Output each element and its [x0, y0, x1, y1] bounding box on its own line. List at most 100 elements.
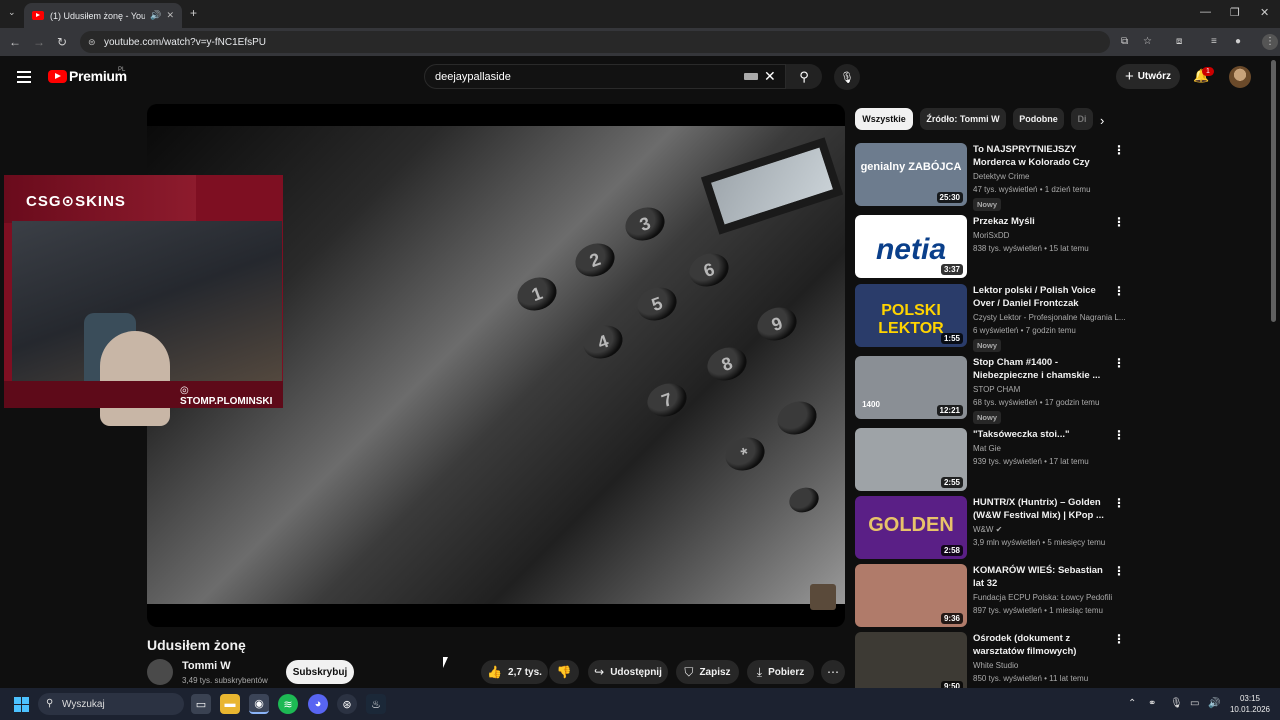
recommendation-item[interactable]: POLSKI LEKTOR 1:55 Lektor polski / Polish …: [855, 284, 1126, 352]
dislike-button[interactable]: 👎: [549, 660, 579, 684]
recommendation-title[interactable]: Stop Cham #1400 - Niebezpieczne i chamsk…: [973, 356, 1113, 382]
account-avatar[interactable]: [1229, 66, 1251, 88]
youtube-logo-icon[interactable]: [48, 70, 67, 83]
recommendation-channel[interactable]: W&W ✔: [973, 525, 1002, 534]
recommendation-meta: 68 tys. wyświetleń • 17 godzin temu: [973, 398, 1100, 407]
new-tab-icon[interactable]: +: [190, 6, 197, 20]
recommendation-channel[interactable]: White Studio: [973, 661, 1018, 670]
taskbar-clock[interactable]: 03:15 10.01.2026: [1226, 693, 1274, 715]
restore-icon[interactable]: ❐: [1230, 6, 1240, 19]
search-button[interactable]: ⚲: [786, 64, 822, 89]
tray-network-icon[interactable]: ⚭: [1148, 698, 1156, 709]
cast-icon[interactable]: ⧉: [1121, 36, 1128, 47]
more-vertical-icon[interactable]: ⋮: [1113, 143, 1125, 157]
recommendation-item[interactable]: genialny ZABÓJCA 25:30 To NAJSPRYTNIEJSZY …: [855, 143, 1125, 211]
recommendation-channel[interactable]: MoriSxDD: [973, 231, 1009, 240]
recommendation-item[interactable]: 2:55 "Taksóweczka stoi..." Mat Gie 939 tys.…: [855, 428, 1125, 494]
recommendation-title[interactable]: Ośrodek (dokument z warsztatów filmowych…: [973, 632, 1113, 658]
app-icon[interactable]: ⊛: [337, 694, 357, 714]
recommendation-title[interactable]: Przekaz Myśli: [973, 215, 1113, 228]
minimize-icon[interactable]: —: [1200, 6, 1211, 18]
more-vertical-icon[interactable]: ⋮: [1113, 496, 1125, 510]
recommendation-channel[interactable]: STOP CHAM: [973, 385, 1020, 394]
url-field[interactable]: youtube.com/watch?v=y-fNC1EfsPU: [80, 31, 1110, 53]
close-tab-icon[interactable]: ✕: [166, 10, 174, 21]
channel-avatar[interactable]: [147, 659, 173, 685]
tray-mic-icon[interactable]: 🎙: [1170, 698, 1183, 709]
steam-icon[interactable]: ♨: [366, 694, 386, 714]
clear-search-icon[interactable]: ✕: [764, 68, 776, 85]
windows-start-icon[interactable]: [14, 697, 29, 712]
file-explorer-icon[interactable]: ▬: [220, 694, 240, 714]
create-button[interactable]: + Utwórz: [1116, 64, 1180, 89]
tray-display-icon[interactable]: ▭: [1190, 698, 1199, 709]
more-vertical-icon[interactable]: ⋮: [1113, 564, 1125, 578]
browser-tab[interactable]: (1) Udusiłem żonę - YouTube 🔊 ✕: [24, 3, 182, 28]
more-actions-button[interactable]: ⋯: [821, 660, 845, 684]
video-thumbnail[interactable]: genialny ZABÓJCA 25:30: [855, 143, 967, 206]
recommendation-channel[interactable]: Czysty Lektor - Profesjonalne Nagrania L…: [973, 313, 1126, 322]
recommendation-channel[interactable]: Mat Gie: [973, 444, 1001, 453]
extensions-icon[interactable]: ⧈: [1176, 36, 1182, 47]
more-vertical-icon[interactable]: ⋮: [1113, 632, 1125, 646]
recommendation-item[interactable]: netia 3:37 Przekaz Myśli MoriSxDD 838 tys. w…: [855, 215, 1125, 281]
task-view-icon[interactable]: ▭: [191, 694, 211, 714]
more-vertical-icon[interactable]: ⋮: [1113, 284, 1125, 298]
video-thumbnail[interactable]: 1400 12:21: [855, 356, 967, 419]
voice-search-button[interactable]: 🎙: [834, 64, 860, 90]
share-button[interactable]: ↪ Udostępnij: [588, 660, 668, 684]
media-control-icon[interactable]: ≡: [1211, 36, 1217, 47]
recommendation-title[interactable]: To NAJSPRYTNIEJSZY Morderca w Kolorado C…: [973, 143, 1113, 169]
forward-icon[interactable]: →: [33, 35, 45, 49]
tray-chevron-icon[interactable]: ⌃: [1128, 698, 1136, 709]
video-thumbnail[interactable]: 9:50: [855, 632, 967, 695]
chip-all[interactable]: Wszystkie: [855, 108, 913, 130]
subscribe-button[interactable]: Subskrybuj: [286, 660, 354, 684]
spotify-icon[interactable]: ≋: [278, 694, 298, 714]
more-vertical-icon[interactable]: ⋮: [1113, 428, 1125, 442]
recommendation-channel[interactable]: Fundacja ECPU Polska: Łowcy Pedofili: [973, 593, 1112, 602]
chip-source[interactable]: Źródło: Tommi W: [920, 108, 1006, 130]
recommendation-title[interactable]: Lektor polski / Polish Voice Over / Dani…: [973, 284, 1113, 310]
close-window-icon[interactable]: ✕: [1260, 6, 1269, 19]
video-thumbnail[interactable]: 9:36: [855, 564, 967, 627]
video-thumbnail[interactable]: 2:55: [855, 428, 967, 491]
more-vertical-icon[interactable]: ⋮: [1113, 215, 1125, 229]
recommendation-title[interactable]: HUNTR/X (Huntrix) – Golden (W&W Festival…: [973, 496, 1113, 522]
recommendation-title[interactable]: "Taksóweczka stoi...": [973, 428, 1113, 441]
download-button[interactable]: ⤓ Pobierz: [747, 660, 814, 684]
video-thumbnail[interactable]: netia 3:37: [855, 215, 967, 278]
menu-kebab-icon[interactable]: ⋮: [1262, 34, 1278, 50]
taskbar-search[interactable]: Wyszukaj: [38, 693, 184, 715]
reload-icon[interactable]: ↻: [57, 35, 67, 49]
tab-list-icon[interactable]: ⌄: [8, 7, 16, 18]
site-info-icon[interactable]: ⊜: [88, 37, 96, 48]
recommendation-item[interactable]: 9:36 KOMARÓW WIEŚ: Sebastian lat 32 Fundac…: [855, 564, 1125, 630]
video-thumbnail[interactable]: GOLDEN 2:58: [855, 496, 967, 559]
channel-watermark[interactable]: [810, 584, 836, 610]
clock-date: 10.01.2026: [1229, 705, 1271, 714]
recommendation-item[interactable]: 1400 12:21 Stop Cham #1400 - Niebezpieczne…: [855, 356, 1125, 424]
recommendation-item[interactable]: GOLDEN 2:58 HUNTR/X (Huntrix) – Golden (W&…: [855, 496, 1125, 562]
bookmark-star-icon[interactable]: ☆: [1143, 36, 1152, 47]
chevron-right-icon[interactable]: ›: [1100, 113, 1104, 128]
keyboard-icon[interactable]: [744, 73, 758, 80]
save-button[interactable]: ⛉ Zapisz: [676, 660, 739, 684]
like-button[interactable]: 👍 2,7 tys.: [481, 660, 548, 684]
video-thumbnail[interactable]: POLSKI LEKTOR 1:55: [855, 284, 967, 347]
tray-volume-icon[interactable]: 🔊: [1208, 698, 1220, 709]
speaker-icon[interactable]: 🔊: [150, 10, 161, 21]
scrollbar[interactable]: [1271, 60, 1276, 322]
recommendation-channel[interactable]: Detektyw Crime: [973, 172, 1029, 181]
hamburger-menu-icon[interactable]: [17, 71, 31, 86]
search-input[interactable]: deejaypallaside: [424, 64, 786, 89]
chrome-icon[interactable]: ◉: [249, 694, 269, 714]
profile-icon[interactable]: ●: [1235, 36, 1241, 47]
more-vertical-icon[interactable]: ⋮: [1113, 356, 1125, 370]
chip-partial[interactable]: Di: [1071, 108, 1093, 130]
discord-icon[interactable]: ◕: [308, 694, 328, 714]
chip-similar[interactable]: Podobne: [1013, 108, 1064, 130]
back-icon[interactable]: ←: [9, 35, 21, 49]
recommendation-title[interactable]: KOMARÓW WIEŚ: Sebastian lat 32: [973, 564, 1113, 590]
channel-name[interactable]: Tommi W: [182, 660, 231, 672]
